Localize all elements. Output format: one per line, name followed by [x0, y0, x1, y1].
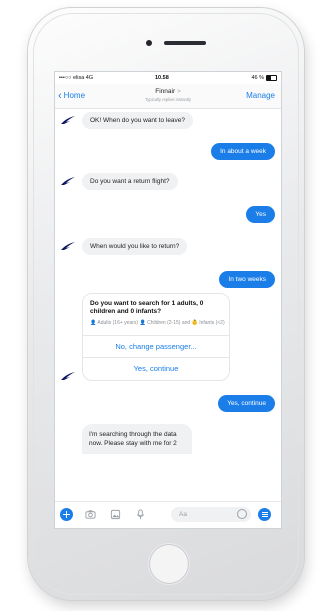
clock-time: 10.58 [155, 75, 169, 81]
battery-percent: 46 % [251, 75, 264, 81]
plus-icon[interactable] [60, 508, 73, 521]
user-message: Yes, continue [218, 395, 275, 412]
microphone-icon[interactable] [135, 509, 146, 520]
front-camera [146, 40, 152, 46]
bot-message: OK! When do you want to leave? [82, 112, 194, 129]
passenger-breakdown: 👤 Adults (16+ years) 👤 Children (2-15) a… [90, 320, 226, 327]
continue-button[interactable]: Yes, continue [83, 357, 229, 380]
finnair-logo-icon [61, 372, 75, 380]
camera-icon[interactable] [85, 509, 96, 520]
message-composer: Aa [55, 501, 281, 528]
bot-message: I'm searching through the data now. Plea… [82, 424, 192, 454]
status-bar: •••○○ elisa 4G 10.58 46 % [55, 72, 281, 84]
battery-status: 46 % [251, 75, 277, 81]
chat-header: ‹ Home Finnair > Typically replies insta… [55, 84, 281, 109]
emoji-icon[interactable] [237, 509, 247, 519]
user-message: Yes [246, 206, 275, 223]
child-emoji-icon: 👤 [139, 320, 146, 326]
user-message: In two weeks [219, 271, 275, 288]
chevron-right-icon: > [176, 88, 181, 95]
finnair-logo-icon [61, 116, 75, 124]
card-question: Do you want to search for 1 adults, 0 ch… [90, 300, 204, 315]
menu-icon[interactable] [258, 508, 271, 521]
change-passenger-button[interactable]: No, change passenger... [83, 335, 229, 358]
earpiece-speaker [164, 41, 206, 45]
phone-frame: •••○○ elisa 4G 10.58 46 % ‹ Home Finnair… [28, 8, 304, 600]
carrier-label: •••○○ elisa 4G [59, 75, 94, 81]
adults-label: Adults (16+ years) [97, 320, 139, 326]
user-message: In about a week [211, 143, 275, 160]
message-list: OK! When do you want to leave? In about … [55, 109, 281, 501]
page-title: Finnair [155, 88, 176, 95]
infants-label: Infants (<2) [199, 320, 225, 326]
passenger-confirm-card: Do you want to search for 1 adults, 0 ch… [82, 293, 230, 381]
infant-emoji-icon: 👶 [191, 320, 198, 326]
home-button[interactable] [149, 544, 189, 584]
battery-icon [266, 75, 277, 81]
manage-button[interactable]: Manage [246, 91, 275, 100]
finnair-logo-icon [61, 177, 75, 185]
bot-message: When would you like to return? [82, 238, 188, 255]
image-icon[interactable] [110, 509, 121, 520]
finnair-logo-icon [61, 242, 75, 250]
phone-screen: •••○○ elisa 4G 10.58 46 % ‹ Home Finnair… [55, 72, 281, 528]
bot-message: Do you want a return flight? [82, 173, 178, 190]
children-label: Children (2-15) and [147, 320, 191, 326]
adult-emoji-icon: 👤 [90, 320, 97, 326]
